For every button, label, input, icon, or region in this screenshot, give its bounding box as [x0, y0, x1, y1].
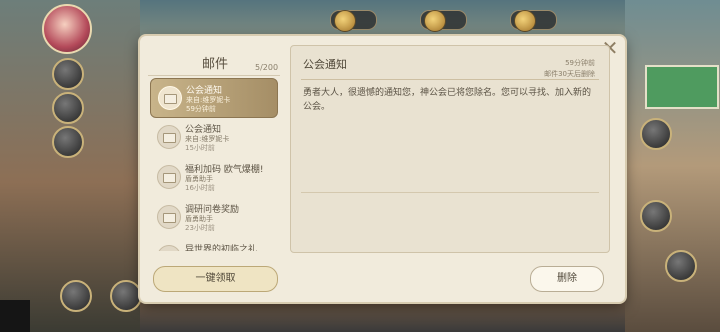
- mail-envelope-icon: [158, 86, 182, 110]
- right-menu-button-3[interactable]: [665, 250, 697, 282]
- mail-item-time: 15小时前: [185, 144, 215, 152]
- claim-all-button[interactable]: 一键领取: [153, 266, 278, 292]
- mail-envelope-icon: [157, 245, 181, 251]
- detail-expire: 邮件30天后删除: [544, 70, 595, 78]
- mail-item-time: 16小时前: [185, 184, 215, 192]
- mail-envelope-icon: [157, 125, 181, 149]
- mail-envelope-icon: [157, 165, 181, 189]
- bottom-menu-button-2[interactable]: [110, 280, 142, 312]
- delete-button[interactable]: 删除: [530, 266, 604, 292]
- mail-sidebar: 邮件 5/200 公会通知 来自:维罗妮卡 59分钟前 公会通知 来自:维罗妮卡…: [148, 45, 280, 251]
- mail-item[interactable]: 公会通知 来自:维罗妮卡 59分钟前: [150, 78, 278, 118]
- mail-item[interactable]: 公会通知 来自:维罗妮卡 15小时前: [150, 118, 276, 156]
- gem-icon: [514, 10, 536, 32]
- mail-item-title: 异世界的初临之礼: [185, 245, 258, 251]
- divider: [301, 192, 599, 193]
- mail-detail: 公会通知 59分钟前 邮件30天后删除 勇者大人，很遗憾的通知您，神公会已将您除…: [290, 45, 610, 253]
- side-menu-button-1[interactable]: [52, 58, 84, 90]
- mail-count: 5/200: [255, 63, 279, 72]
- player-avatar[interactable]: [42, 4, 92, 54]
- mail-item-time: 59分钟前: [186, 105, 216, 113]
- mail-list[interactable]: 公会通知 来自:维罗妮卡 59分钟前 公会通知 来自:维罗妮卡 15小时前 福利…: [148, 78, 280, 251]
- detail-body: 勇者大人，很遗憾的通知您，神公会已将您除名。您可以寻找、加入新的公会。: [303, 88, 592, 112]
- bottom-menu-button-1[interactable]: [60, 280, 92, 312]
- right-menu-button-2[interactable]: [640, 200, 672, 232]
- mail-envelope-icon: [157, 205, 181, 229]
- mail-item[interactable]: 调研问卷奖励 盾勇助手 23小时前: [150, 198, 276, 236]
- mail-header: 邮件 5/200: [148, 45, 280, 76]
- side-menu-button-3[interactable]: [52, 126, 84, 158]
- stamina-icon: [334, 10, 356, 32]
- coin-icon: [424, 10, 446, 32]
- side-menu-button-2[interactable]: [52, 92, 84, 124]
- divider: [148, 75, 280, 76]
- detail-title: 公会通知: [303, 58, 347, 71]
- detail-time: 59分钟前: [565, 59, 595, 67]
- mail-title: 邮件: [202, 57, 229, 72]
- mail-item[interactable]: 福利加码 欧气爆棚! 盾勇助手 16小时前: [150, 158, 276, 196]
- right-menu-button-1[interactable]: [640, 118, 672, 150]
- mail-item[interactable]: 异世界的初临之礼: [150, 238, 276, 251]
- divider: [301, 79, 599, 80]
- mail-item-time: 23小时前: [185, 224, 215, 232]
